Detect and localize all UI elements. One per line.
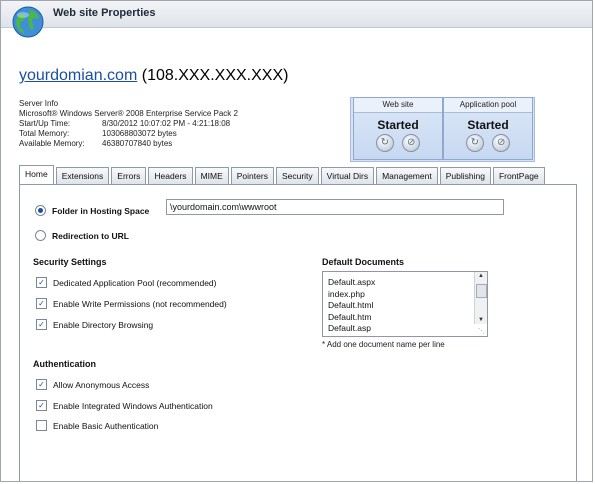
list-item: Default.html (328, 300, 374, 310)
website-status-state: Started (377, 118, 419, 132)
properties-window: Web site Properties yourdomian.com (108.… (0, 0, 593, 482)
list-item: Default.htm (328, 311, 372, 322)
tab-headers[interactable]: Headers (148, 167, 193, 184)
website-status: Web site Started ↻ ⊘ (353, 97, 443, 160)
write-permissions-checkbox[interactable]: ✓ (36, 298, 47, 310)
website-status-caption: Web site (354, 98, 442, 113)
write-permissions-label: Enable Write Permissions (not recommende… (53, 298, 227, 309)
list-item: Default.asp (328, 323, 371, 333)
redirect-radio[interactable] (35, 230, 46, 242)
tab-publishing[interactable]: Publishing (439, 167, 491, 184)
dedicated-pool-label: Dedicated Application Pool (recommended) (53, 277, 217, 288)
ip-address: (108.XXX.XXX.XXX) (141, 67, 289, 84)
server-info-row: Total Memory: 103068803072 bytes (19, 129, 177, 138)
basic-auth-label: Enable Basic Authentication (53, 420, 159, 431)
domain-link[interactable]: yourdomian.com (19, 67, 137, 84)
tab-home[interactable]: Home (19, 165, 54, 184)
scroll-down-icon[interactable]: ▼ (478, 317, 484, 323)
security-settings-title: Security Settings (33, 257, 107, 267)
default-documents-title: Default Documents (322, 257, 405, 267)
scroll-thumb[interactable] (476, 284, 487, 298)
globe-icon (12, 6, 44, 38)
authentication-title: Authentication (33, 359, 96, 369)
windows-auth-checkbox[interactable]: ✓ (36, 400, 47, 412)
server-os: Microsoft® Windows Server® 2008 Enterpri… (19, 109, 238, 118)
tab-virtual-dirs[interactable]: Virtual Dirs (320, 167, 375, 184)
restart-icon[interactable]: ↻ (465, 134, 484, 152)
folder-label: Folder in Hosting Space (52, 205, 150, 216)
app-pool-status-caption: Application pool (444, 98, 532, 113)
title-bar: Web site Properties (1, 1, 592, 28)
tab-extensions[interactable]: Extensions (55, 167, 110, 184)
tab-errors[interactable]: Errors (111, 167, 147, 184)
folder-radio[interactable] (35, 205, 46, 217)
tab-mime[interactable]: MIME (194, 167, 229, 184)
windows-auth-label: Enable Integrated Windows Authentication (53, 400, 213, 411)
tab-pointers[interactable]: Pointers (230, 167, 274, 184)
folder-option[interactable]: Folder in Hosting Space (35, 202, 149, 220)
directory-browsing-option[interactable]: ✓ Enable Directory Browsing (36, 316, 153, 334)
windows-auth-option[interactable]: ✓ Enable Integrated Windows Authenticatio… (36, 397, 213, 415)
dedicated-pool-checkbox[interactable]: ✓ (36, 277, 47, 289)
app-pool-status-state: Started (467, 118, 509, 132)
list-item: Default.aspx (328, 277, 376, 287)
anonymous-access-checkbox[interactable]: ✓ (36, 379, 47, 391)
server-info-label: Server Info (19, 99, 59, 108)
scroll-up-icon[interactable]: ▲ (478, 273, 484, 279)
page-title: yourdomian.com (108.XXX.XXX.XXX) (19, 67, 288, 85)
tab-management[interactable]: Management (376, 167, 438, 184)
directory-browsing-checkbox[interactable]: ✓ (36, 319, 47, 331)
list-item: index.php (328, 288, 365, 299)
redirect-option[interactable]: Redirection to URL (35, 227, 129, 245)
stop-icon[interactable]: ⊘ (402, 134, 421, 152)
app-pool-status: Application pool Started ↻ ⊘ (443, 97, 533, 160)
scrollbar[interactable]: ▲ ▼ (474, 272, 487, 324)
dedicated-pool-option[interactable]: ✓ Dedicated Application Pool (recommended… (36, 274, 216, 292)
tab-security[interactable]: Security (275, 167, 319, 184)
resize-grip-icon[interactable]: ⋱ (478, 327, 485, 335)
server-info-row: Available Memory: 46380707840 bytes (19, 139, 173, 148)
server-info-row: Start/Up Time: 8/30/2012 10:07:02 PM - 4:… (19, 119, 231, 128)
basic-auth-checkbox[interactable] (36, 420, 47, 432)
tab-bar: Home Extensions Errors Headers MIME Poin… (19, 165, 547, 184)
window-title: Web site Properties (53, 7, 156, 19)
directory-browsing-label: Enable Directory Browsing (53, 319, 154, 330)
redirect-label: Redirection to URL (52, 230, 129, 241)
folder-path-input[interactable] (166, 199, 504, 215)
stop-icon[interactable]: ⊘ (492, 134, 511, 152)
tab-frontpage[interactable]: FrontPage (492, 167, 545, 184)
write-permissions-option[interactable]: ✓ Enable Write Permissions (not recommend… (36, 295, 227, 313)
basic-auth-option[interactable]: Enable Basic Authentication (36, 417, 158, 435)
anonymous-access-label: Allow Anonymous Access (53, 379, 150, 390)
default-documents-textarea[interactable]: Default.aspx index.php Default.html Defa… (322, 271, 488, 337)
default-documents-list: Default.aspx index.php Default.html Defa… (328, 277, 375, 335)
restart-icon[interactable]: ↻ (375, 134, 394, 152)
default-documents-note: * Add one document name per line (322, 340, 445, 349)
server-info: Server Info Microsoft® Windows Server® 2… (19, 99, 238, 149)
anonymous-access-option[interactable]: ✓ Allow Anonymous Access (36, 376, 149, 394)
